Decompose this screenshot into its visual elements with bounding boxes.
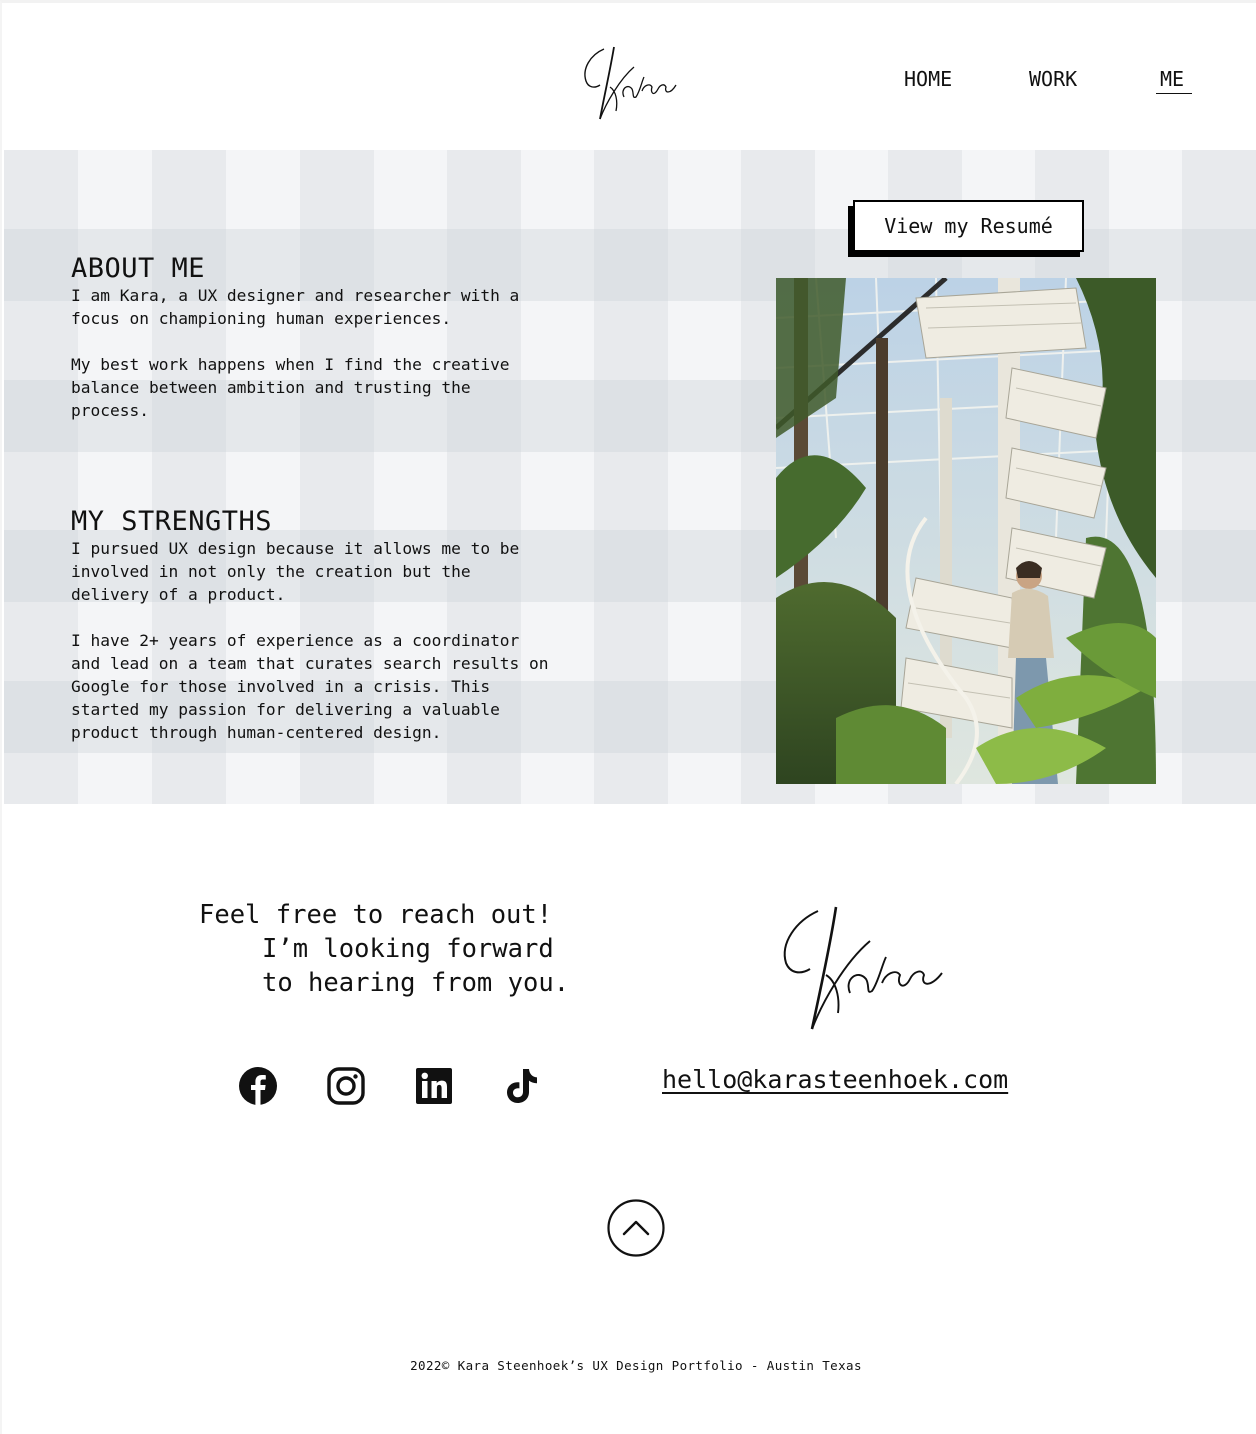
- nav-home[interactable]: HOME: [904, 67, 952, 91]
- strengths-title: MY STRENGTHS: [71, 506, 273, 537]
- reach-out-line: to hearing from you.: [262, 968, 570, 998]
- instagram-icon[interactable]: [326, 1066, 366, 1106]
- strengths-paragraph: I pursued UX design because it allows me…: [71, 539, 520, 604]
- reach-out-line: Feel free to reach out!: [199, 900, 553, 930]
- site-header: HOME WORK ME: [2, 3, 1256, 148]
- linkedin-icon[interactable]: [414, 1066, 454, 1106]
- strengths-paragraph: I have 2+ years of experience as a coord…: [71, 631, 549, 742]
- reach-out-text: Feel free to reach out! I’m looking forw…: [199, 898, 599, 1000]
- reach-out-line: I’m looking forward: [262, 934, 554, 964]
- section-edge: [2, 804, 10, 836]
- about-paragraph: My best work happens when I find the cre…: [71, 355, 510, 420]
- tiktok-icon[interactable]: [502, 1066, 542, 1106]
- chevron-up-icon[interactable]: [607, 1199, 665, 1257]
- nav-work[interactable]: WORK: [1029, 67, 1077, 91]
- active-nav-underline: [1156, 93, 1192, 94]
- main-nav: HOME WORK ME: [2, 67, 1256, 97]
- profile-photo: [776, 278, 1156, 784]
- kara-signature: [783, 906, 943, 1030]
- nav-me[interactable]: ME: [1160, 67, 1184, 91]
- copyright-text: 2022© Kara Steenhoek’s UX Design Portfol…: [410, 1358, 862, 1373]
- about-title: ABOUT ME: [71, 253, 206, 284]
- facebook-icon[interactable]: [238, 1066, 278, 1106]
- page: HOME WORK ME ABOUT ME I am Kara, a UX de…: [0, 0, 1256, 1434]
- about-paragraph: I am Kara, a UX designer and researcher …: [71, 286, 520, 328]
- email-link[interactable]: hello@karasteenhoek.com: [662, 1065, 1008, 1094]
- view-resume-button[interactable]: View my Resumé: [853, 200, 1084, 252]
